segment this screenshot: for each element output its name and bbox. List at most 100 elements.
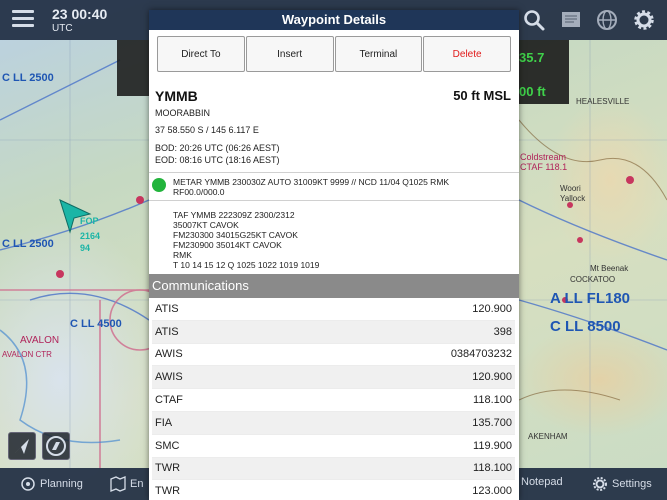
airspace-label: A LL FL180 <box>550 290 631 307</box>
waypoint-bar-panel <box>117 40 149 96</box>
planning-tab[interactable]: Planning <box>20 476 83 492</box>
comm-type: SMC <box>155 439 180 452</box>
comm-frequency: 398 <box>493 325 512 338</box>
planning-label: Planning <box>40 478 83 490</box>
metar-line: RF00.0/000.0 <box>173 187 225 197</box>
telemetry-panel: 35.7 00 ft <box>517 40 569 104</box>
menu-icon[interactable] <box>12 10 34 28</box>
taf-line: RMK <box>173 250 192 260</box>
notepad-tab[interactable]: Notepad <box>521 476 563 488</box>
comm-row[interactable]: SMC 119.900 <box>152 435 515 458</box>
enroute-label: En <box>130 478 144 490</box>
place-label: Woori <box>560 184 581 193</box>
airport-label: AVALON <box>20 335 60 346</box>
comm-frequency: 118.100 <box>473 394 512 407</box>
comm-type: AWIS <box>155 371 183 384</box>
place-label: Mt Beenak <box>590 264 629 273</box>
comm-type: CTAF <box>155 394 183 407</box>
place-label: Coldstream <box>520 152 567 162</box>
terminal-button[interactable]: Terminal <box>334 36 423 72</box>
comm-frequency: 119.900 <box>473 439 512 452</box>
airspace-label: C LL 4500 <box>70 318 122 330</box>
airspace-label: C LL 2500 <box>2 238 54 250</box>
comm-row[interactable]: AWIS 0384703232 <box>152 344 515 367</box>
taf-line: T 10 14 15 12 Q 1025 1022 1019 1019 <box>173 260 320 270</box>
clock-zone: UTC <box>52 23 73 34</box>
waypoint-bod: BOD: 20:26 UTC (06:26 AEST) <box>155 143 280 153</box>
comm-row[interactable]: TWR 123.000 <box>152 480 515 500</box>
globe-icon[interactable] <box>595 8 619 32</box>
comm-type: ATIS <box>155 302 179 315</box>
waypoint-elevation: 50 ft MSL <box>453 88 511 103</box>
place-label: HEALESVILLE <box>576 97 630 106</box>
comm-type: TWR <box>155 462 181 475</box>
comm-row[interactable]: AWIS 120.900 <box>152 366 515 390</box>
comm-row[interactable]: TWR 118.100 <box>152 457 515 481</box>
aircraft-label: 94 <box>80 243 91 253</box>
communications-heading: Communications <box>149 274 519 298</box>
airspace-label: AVALON CTR <box>2 350 52 359</box>
search-icon[interactable] <box>522 8 546 32</box>
metar-block[interactable]: METAR YMMB 230030Z AUTO 31009KT 9999 // … <box>149 173 519 197</box>
insert-button[interactable]: Insert <box>245 36 334 72</box>
comm-type: FIA <box>155 416 173 429</box>
comm-row[interactable]: ATIS 398 <box>152 320 515 344</box>
enroute-tab[interactable]: En <box>110 476 143 492</box>
comm-frequency: 0384703232 <box>450 348 512 361</box>
settings-gear-icon <box>593 477 607 491</box>
place-label: AKENHAM <box>528 432 568 441</box>
telemetry-value: 35.7 <box>519 50 545 65</box>
aircraft-label: FOP <box>80 216 99 226</box>
taf-block: TAF YMMB 222309Z 2300/2312 35007KT CAVOK… <box>149 201 519 270</box>
comm-type: TWR <box>155 485 181 498</box>
notepad-label: Notepad <box>521 476 563 488</box>
communications-list: ATIS 120.900 ATIS 398 AWIS 0384703232 AWIS 120.… <box>149 298 519 500</box>
planning-icon <box>21 477 35 491</box>
waypoint-coordinates: 37 58.550 S / 145 6.117 E <box>155 125 259 135</box>
gear-icon[interactable] <box>632 8 656 32</box>
comm-frequency: 118.100 <box>473 462 512 475</box>
settings-label: Settings <box>612 478 652 490</box>
dialog-title: Waypoint Details <box>149 10 519 30</box>
airport-marker <box>626 176 634 184</box>
navigation-arrow-icon <box>15 439 29 454</box>
direct-to-button[interactable]: Direct To <box>157 36 245 72</box>
delete-button[interactable]: Delete <box>423 36 511 72</box>
map-icon <box>110 476 126 492</box>
waypoint-info: YMMB 50 ft MSL MOORABBIN 37 58.550 S / 1… <box>149 88 519 165</box>
airport-marker <box>136 196 144 204</box>
comm-row[interactable]: FIA 135.700 <box>152 411 515 435</box>
settings-tab[interactable]: Settings <box>592 476 652 492</box>
track-up-button[interactable] <box>8 432 36 460</box>
aircraft-label: 2164 <box>80 231 101 241</box>
taf-line: 35007KT CAVOK <box>173 220 239 230</box>
comm-frequency: 135.700 <box>472 416 512 429</box>
comm-frequency: 120.900 <box>472 302 512 315</box>
telemetry-value: 00 ft <box>519 84 546 99</box>
waypoint-eod: EOD: 08:16 UTC (18:16 AEST) <box>155 155 280 165</box>
taf-line: TAF YMMB 222309Z 2300/2312 <box>173 210 295 220</box>
metar-line: METAR YMMB 230030Z AUTO 31009KT 9999 // … <box>173 177 450 187</box>
comm-row[interactable]: ATIS 120.900 <box>152 298 515 321</box>
waypoint-details-dialog: Waypoint Details Direct To Insert Termin… <box>149 10 519 500</box>
comm-type: ATIS <box>155 325 179 338</box>
compass-icon <box>46 436 66 456</box>
compass-button[interactable] <box>42 432 70 460</box>
frequency-label: CTAF 118.1 <box>520 162 568 172</box>
place-label: COCKATOO <box>570 275 616 284</box>
airspace-label: C LL 2500 <box>2 72 54 84</box>
taf-line: FM230300 34015G25KT CAVOK <box>173 230 298 240</box>
taf-line: FM230900 35014KT CAVOK <box>173 240 282 250</box>
utc-clock: 23 00:40 UTC <box>52 6 107 34</box>
airport-marker <box>56 270 64 278</box>
place-label: Yallock <box>560 194 586 203</box>
clock-time: 23 00:40 <box>52 6 108 22</box>
metar-status-icon <box>152 178 166 192</box>
comm-type: AWIS <box>155 348 183 361</box>
documents-icon[interactable] <box>559 8 583 32</box>
action-button-row: Direct To Insert Terminal Delete <box>149 30 519 72</box>
airport-marker <box>577 237 583 243</box>
airspace-label: C LL 8500 <box>550 318 621 335</box>
comm-row[interactable]: CTAF 118.100 <box>152 389 515 412</box>
comm-frequency: 123.000 <box>472 485 512 498</box>
